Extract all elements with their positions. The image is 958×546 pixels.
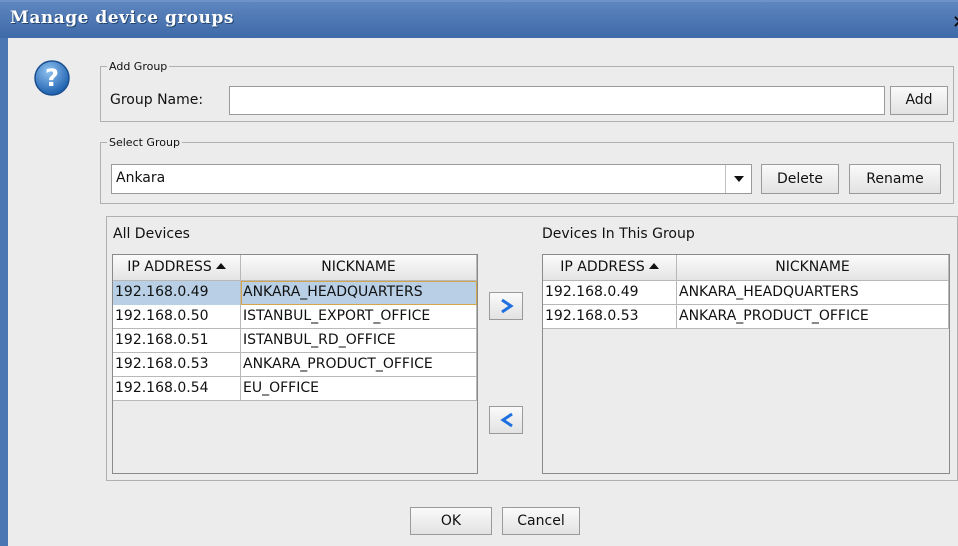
cell-nickname: ANKARA_HEADQUARTERS (241, 281, 477, 305)
arrow-right-icon (501, 298, 514, 314)
cell-ip: 192.168.0.54 (113, 377, 241, 401)
table-header: IP ADDRESS NICKNAME (113, 255, 477, 281)
column-header-ip[interactable]: IP ADDRESS (113, 255, 241, 281)
table-header: IP ADDRESS NICKNAME (543, 255, 949, 281)
column-header-nickname[interactable]: NICKNAME (241, 255, 477, 281)
add-button[interactable]: Add (890, 86, 948, 115)
table-body: 192.168.0.49 ANKARA_HEADQUARTERS 192.168… (543, 281, 949, 329)
cell-ip: 192.168.0.53 (543, 305, 677, 329)
table-row[interactable]: 192.168.0.49 ANKARA_HEADQUARTERS (113, 281, 477, 305)
cell-ip: 192.168.0.53 (113, 353, 241, 377)
move-right-button[interactable] (489, 292, 523, 320)
arrow-left-icon (500, 412, 513, 428)
cell-ip: 192.168.0.50 (113, 305, 241, 329)
question-mark-icon: ? (34, 60, 70, 96)
cell-nickname: ANKARA_PRODUCT_OFFICE (241, 353, 477, 377)
rename-button[interactable]: Rename (849, 164, 941, 194)
all-devices-title: All Devices (113, 226, 190, 242)
table-row[interactable]: 192.168.0.54 EU_OFFICE (113, 377, 477, 401)
ok-button[interactable]: OK (410, 507, 492, 535)
all-devices-table[interactable]: IP ADDRESS NICKNAME 192.168.0.49 ANKARA_… (112, 254, 478, 474)
table-row[interactable]: 192.168.0.53 ANKARA_PRODUCT_OFFICE (543, 305, 949, 329)
cell-nickname: ANKARA_PRODUCT_OFFICE (677, 305, 949, 329)
sort-ascending-icon (648, 263, 659, 269)
table-body: 192.168.0.49 ANKARA_HEADQUARTERS 192.168… (113, 281, 477, 401)
group-devices-title: Devices In This Group (542, 226, 695, 242)
cell-ip: 192.168.0.49 (543, 281, 677, 305)
add-group-legend: Add Group (109, 60, 168, 73)
table-row[interactable]: 192.168.0.51 ISTANBUL_RD_OFFICE (113, 329, 477, 353)
group-select-value: Ankara (116, 170, 166, 186)
group-name-input[interactable] (229, 86, 885, 115)
title-bar[interactable]: Manage device groups ✕ (0, 0, 958, 38)
group-select[interactable]: Ankara (111, 164, 752, 194)
sort-ascending-icon (215, 263, 226, 269)
svg-text:?: ? (45, 64, 59, 92)
cell-ip: 192.168.0.49 (113, 281, 241, 305)
window-title: Manage device groups (10, 8, 234, 28)
table-row[interactable]: 192.168.0.50 ISTANBUL_EXPORT_OFFICE (113, 305, 477, 329)
manage-device-groups-dialog: Manage device groups ✕ ? Add Group Group… (0, 0, 958, 546)
delete-button[interactable]: Delete (761, 164, 839, 194)
column-header-nickname[interactable]: NICKNAME (677, 255, 949, 281)
cell-nickname: ISTANBUL_EXPORT_OFFICE (241, 305, 477, 329)
select-group-legend: Select Group (109, 136, 180, 149)
cell-ip: 192.168.0.51 (113, 329, 241, 353)
table-row[interactable]: 192.168.0.53 ANKARA_PRODUCT_OFFICE (113, 353, 477, 377)
chevron-down-icon[interactable] (725, 165, 751, 193)
move-left-button[interactable] (489, 406, 523, 434)
column-header-ip[interactable]: IP ADDRESS (543, 255, 677, 281)
cancel-button[interactable]: Cancel (502, 507, 580, 535)
close-icon[interactable]: ✕ (952, 14, 958, 32)
group-name-label: Group Name: (110, 92, 204, 108)
group-devices-table[interactable]: IP ADDRESS NICKNAME 192.168.0.49 ANKARA_… (542, 254, 950, 474)
cell-nickname: ANKARA_HEADQUARTERS (677, 281, 949, 305)
cell-nickname: EU_OFFICE (241, 377, 477, 401)
table-row[interactable]: 192.168.0.49 ANKARA_HEADQUARTERS (543, 281, 949, 305)
cell-nickname: ISTANBUL_RD_OFFICE (241, 329, 477, 353)
